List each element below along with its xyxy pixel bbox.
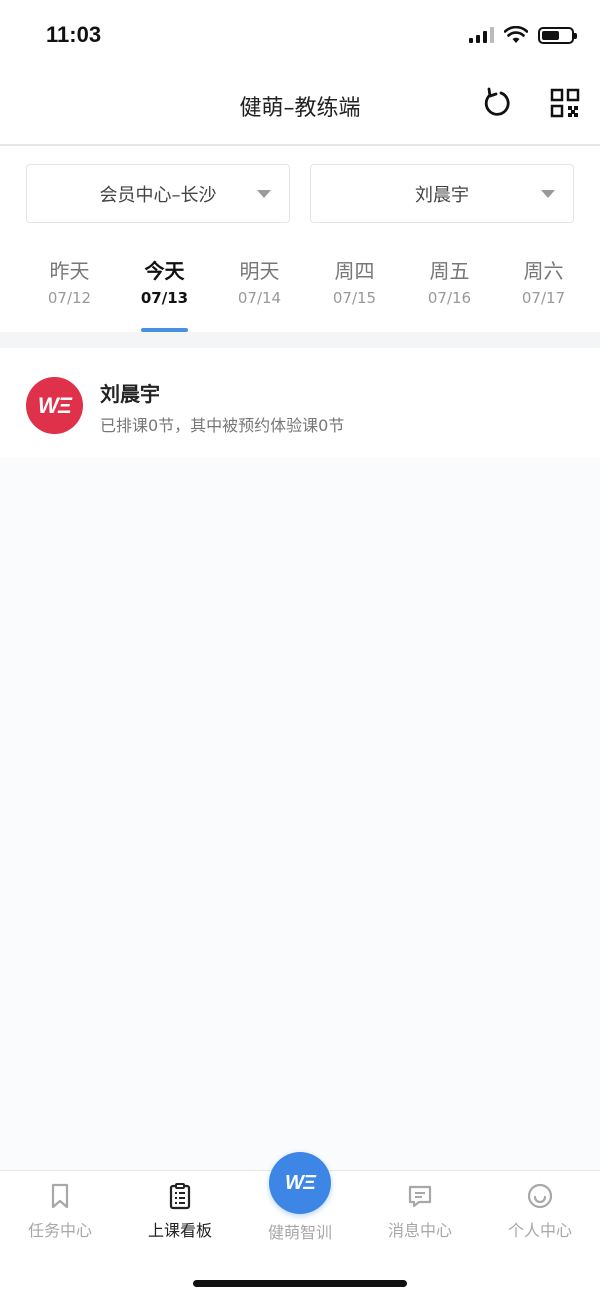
bookmark-icon: [51, 1183, 69, 1209]
smile-icon: [527, 1183, 553, 1209]
center-select[interactable]: 会员中心–长沙: [26, 164, 290, 223]
tab-profile-center[interactable]: 个人中心: [480, 1181, 600, 1241]
brand-logo-button[interactable]: WΞ: [269, 1152, 331, 1214]
coach-schedule-summary: 已排课0节，其中被预约体验课0节: [100, 416, 345, 435]
qr-code-icon[interactable]: [550, 88, 580, 118]
home-indicator-area: [0, 1250, 600, 1299]
tab-label: 消息中心: [387, 1221, 452, 1240]
day-tab-date: 07/15: [332, 289, 377, 307]
day-tab-label: 周五: [429, 259, 470, 283]
coach-avatar: WΞ: [26, 377, 83, 434]
day-tab-date: 07/13: [140, 289, 189, 307]
coach-schedule-card[interactable]: WΞ 刘晨宇 已排课0节，其中被预约体验课0节: [0, 348, 600, 458]
tab-label: 任务中心: [27, 1221, 92, 1240]
day-tabs: 昨天 07/12 今天 07/13 明天 07/14 周四 07/15 周五 0…: [0, 240, 600, 332]
clipboard-icon: [169, 1183, 191, 1210]
day-tab-yesterday[interactable]: 昨天 07/12: [22, 256, 117, 310]
caret-down-icon: [257, 190, 271, 198]
schedule-content: WΞ 刘晨宇 已排课0节，其中被预约体验课0节: [0, 348, 600, 1170]
home-indicator[interactable]: [193, 1280, 407, 1287]
tab-label: 个人中心: [507, 1221, 572, 1240]
caret-down-icon: [541, 190, 555, 198]
day-tab-date: 07/12: [47, 289, 92, 307]
day-tab-label: 今天: [144, 259, 185, 283]
day-tab-date: 07/16: [427, 289, 472, 307]
day-tab-thursday[interactable]: 周四 07/15: [307, 256, 402, 310]
center-select-value: 会员中心–长沙: [99, 184, 217, 206]
day-tab-label: 周六: [523, 259, 564, 283]
status-bar: 11:03: [0, 0, 600, 72]
section-divider: [0, 332, 600, 348]
battery-icon: [538, 26, 577, 44]
coach-select-value: 刘晨宇: [415, 184, 469, 206]
coach-name: 刘晨宇: [100, 382, 160, 406]
day-tab-friday[interactable]: 周五 07/16: [402, 256, 497, 310]
wifi-icon: [504, 26, 528, 43]
status-time: 11:03: [46, 22, 102, 47]
tab-label: 上课看板: [147, 1221, 212, 1240]
tab-message-center[interactable]: 消息中心: [360, 1181, 480, 1241]
day-tab-label: 周四: [334, 259, 375, 283]
day-tab-today[interactable]: 今天 07/13: [117, 256, 212, 332]
coach-select[interactable]: 刘晨宇: [310, 164, 574, 223]
chat-bubble-icon: [408, 1185, 432, 1208]
tab-smart-training-label: 健萌智训: [267, 1223, 332, 1242]
day-tab-label: 明天: [239, 259, 280, 283]
status-icons: [469, 26, 577, 44]
day-tab-label: 昨天: [49, 259, 90, 283]
filter-selectors: 会员中心–长沙 刘晨宇: [0, 146, 600, 240]
day-tab-date: 07/17: [521, 289, 566, 307]
day-tab-saturday[interactable]: 周六 07/17: [496, 256, 591, 310]
nav-bar: 健萌–教练端: [0, 72, 600, 146]
day-tab-tomorrow[interactable]: 明天 07/14: [212, 256, 307, 310]
refresh-icon[interactable]: [480, 86, 514, 120]
tab-task-center[interactable]: 任务中心: [0, 1181, 120, 1241]
cellular-signal-icon: [469, 27, 494, 43]
tab-class-board[interactable]: 上课看板: [120, 1181, 240, 1241]
day-tab-date: 07/14: [237, 289, 282, 307]
